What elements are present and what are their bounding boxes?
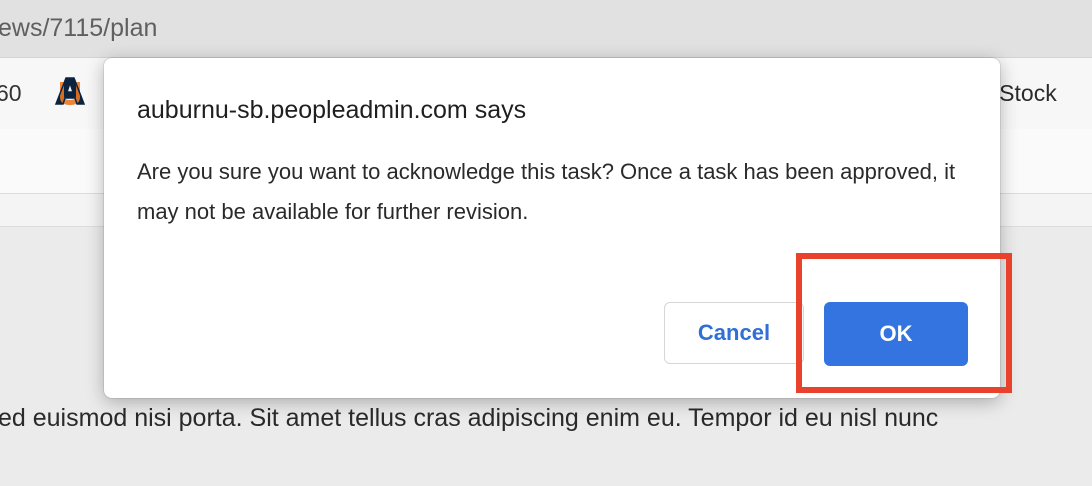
dialog-title: auburnu-sb.peopleadmin.com says bbox=[137, 96, 527, 124]
ok-button[interactable]: OK bbox=[824, 302, 968, 366]
url-text: ews/7115/plan bbox=[0, 14, 158, 42]
bookmark-item-left[interactable]: 60 bbox=[0, 80, 22, 107]
page-body-text: ed euismod nisi porta. Sit amet tellus c… bbox=[0, 404, 939, 432]
confirm-dialog: auburnu-sb.peopleadmin.com says Are you … bbox=[104, 58, 1000, 398]
address-bar[interactable]: ews/7115/plan bbox=[0, 0, 1092, 57]
dialog-message: Are you sure you want to acknowledge thi… bbox=[137, 159, 956, 224]
cancel-button[interactable]: Cancel bbox=[664, 302, 804, 364]
auburn-au-logo-icon[interactable] bbox=[52, 74, 88, 108]
